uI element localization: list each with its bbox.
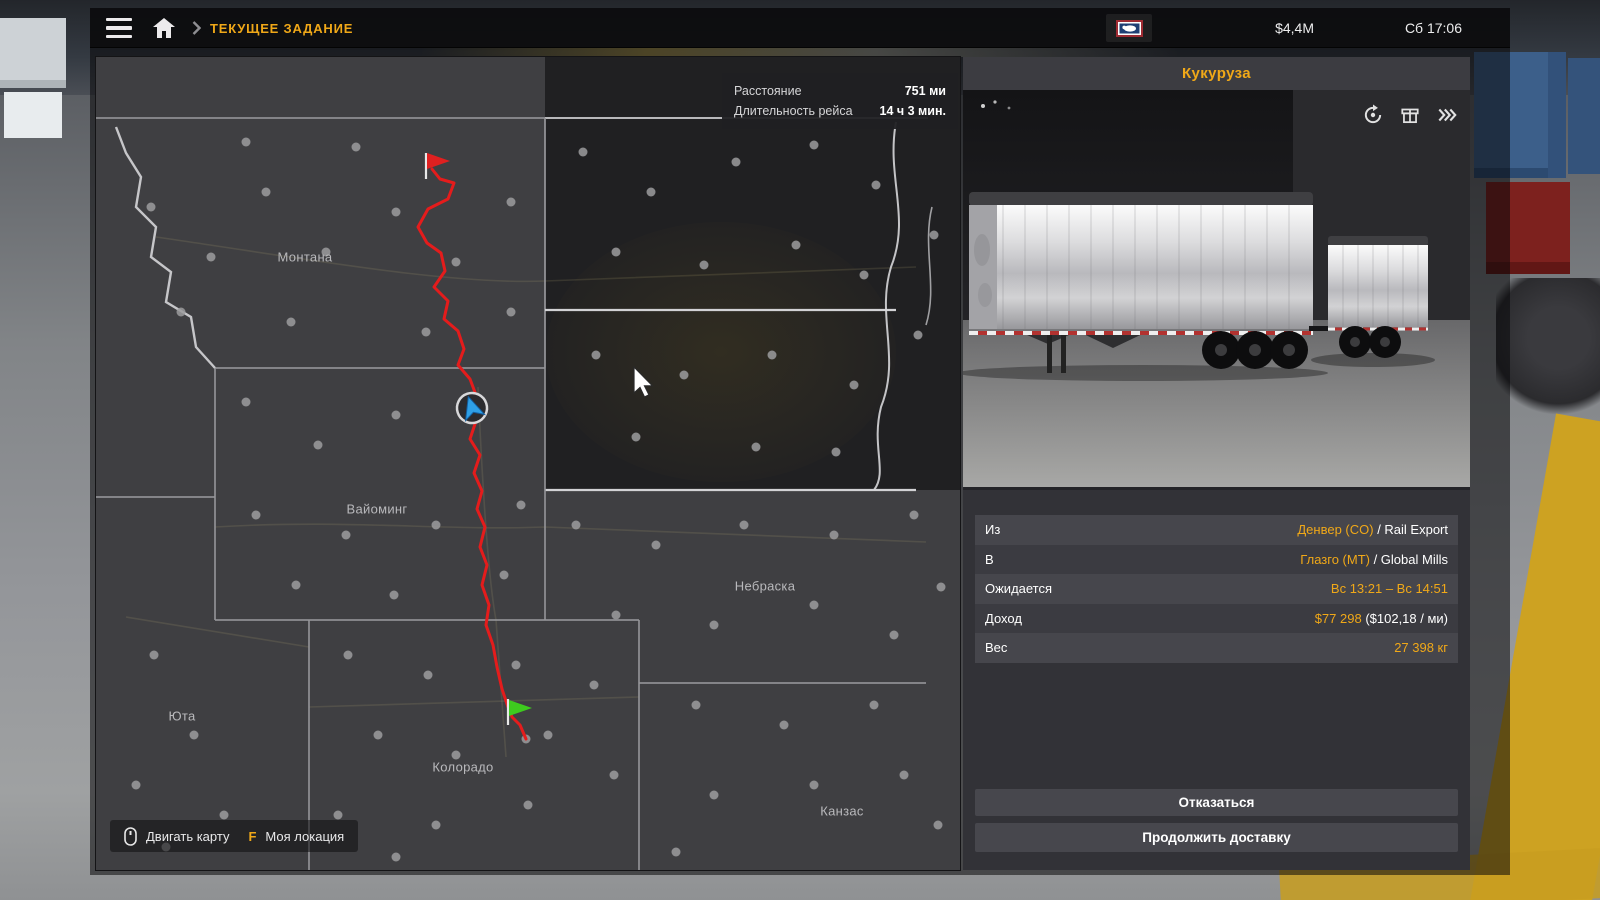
detail-rest: / Global Mills [1370, 552, 1448, 567]
detail-accent: Вс 13:21 – Вс 14:51 [1331, 581, 1448, 596]
chevron-right-icon [192, 21, 201, 40]
my-location-key: F [248, 829, 256, 844]
map-legend: Двигать карту F Моя локация [110, 820, 358, 852]
background-crate [0, 18, 66, 88]
detail-rest: / Rail Export [1374, 522, 1448, 537]
breadcrumb: ТЕКУЩЕЕ ЗАДАНИЕ [210, 21, 353, 36]
continue-delivery-button[interactable]: Продолжить доставку [975, 823, 1458, 852]
detail-accent: 27 398 кг [1394, 640, 1448, 655]
cargo-title: Кукуруза [963, 57, 1470, 90]
detail-accent: Денвер (CO) [1297, 522, 1373, 537]
distance-label: Расстояние [734, 84, 802, 98]
route-map[interactable]: Монтана Вайоминг Юта Колорадо Небраска К… [96, 57, 960, 870]
detail-accent: Глазго (MT) [1300, 552, 1370, 567]
rotate-view-icon[interactable] [1362, 104, 1384, 126]
background-truck-glow [420, 48, 1180, 57]
money-balance: $4,4M [1275, 20, 1314, 36]
job-detail-row-to: В Глазго (MT) / Global Mills [975, 545, 1458, 575]
mouse-icon [124, 827, 137, 846]
duration-label: Длительность рейса [734, 104, 853, 118]
background-crate [4, 92, 62, 138]
screen: { "colors": { "accent": "#f0a818", "rout… [0, 0, 1600, 900]
trailer-image [963, 90, 1470, 487]
refuse-button[interactable]: Отказаться [975, 789, 1458, 816]
detail-rest: ($102,18 / ми) [1362, 611, 1448, 626]
detail-accent: $77 298 [1315, 611, 1362, 626]
trailer-viewport [963, 90, 1470, 490]
route-info-box: Расстояние 751 ми Длительность рейса 14 … [722, 73, 958, 129]
detail-label: Доход [985, 611, 1022, 626]
wyoming-flag-icon [1116, 20, 1143, 37]
drag-map-label: Двигать карту [146, 829, 229, 844]
menu-icon[interactable] [106, 18, 132, 38]
job-panel: Кукуруза [963, 57, 1470, 870]
top-bar: ТЕКУЩЕЕ ЗАДАНИЕ $4,4M Сб 17:06 [90, 8, 1510, 48]
job-window: ТЕКУЩЕЕ ЗАДАНИЕ $4,4M Сб 17:06 [90, 8, 1510, 875]
job-detail-row-weight: Вес 27 398 кг [975, 633, 1458, 663]
job-details: Из Денвер (CO) / Rail Export В Глазго (M… [975, 515, 1458, 663]
job-detail-row-income: Доход $77 298 ($102,18 / ми) [975, 604, 1458, 634]
background-hose [1496, 278, 1600, 428]
job-detail-row-expected: Ожидается Вс 13:21 – Вс 14:51 [975, 574, 1458, 604]
cargo-package-icon[interactable] [1399, 104, 1421, 126]
detail-label: В [985, 552, 994, 567]
background-cabinet [1568, 58, 1600, 174]
map-canvas [96, 57, 960, 870]
my-location-label: Моя локация [265, 829, 344, 844]
state-flag-button[interactable] [1106, 14, 1152, 42]
detail-label: Вес [985, 640, 1007, 655]
viewport-toolbar [1362, 104, 1458, 126]
skip-time-icon[interactable] [1436, 104, 1458, 126]
distance-value: 751 ми [905, 84, 946, 98]
game-datetime: Сб 17:06 [1405, 20, 1462, 36]
job-detail-row-from: Из Денвер (CO) / Rail Export [975, 515, 1458, 545]
duration-value: 14 ч 3 мин. [880, 104, 947, 118]
home-icon[interactable] [152, 17, 176, 39]
detail-label: Ожидается [985, 581, 1052, 596]
detail-label: Из [985, 522, 1000, 537]
